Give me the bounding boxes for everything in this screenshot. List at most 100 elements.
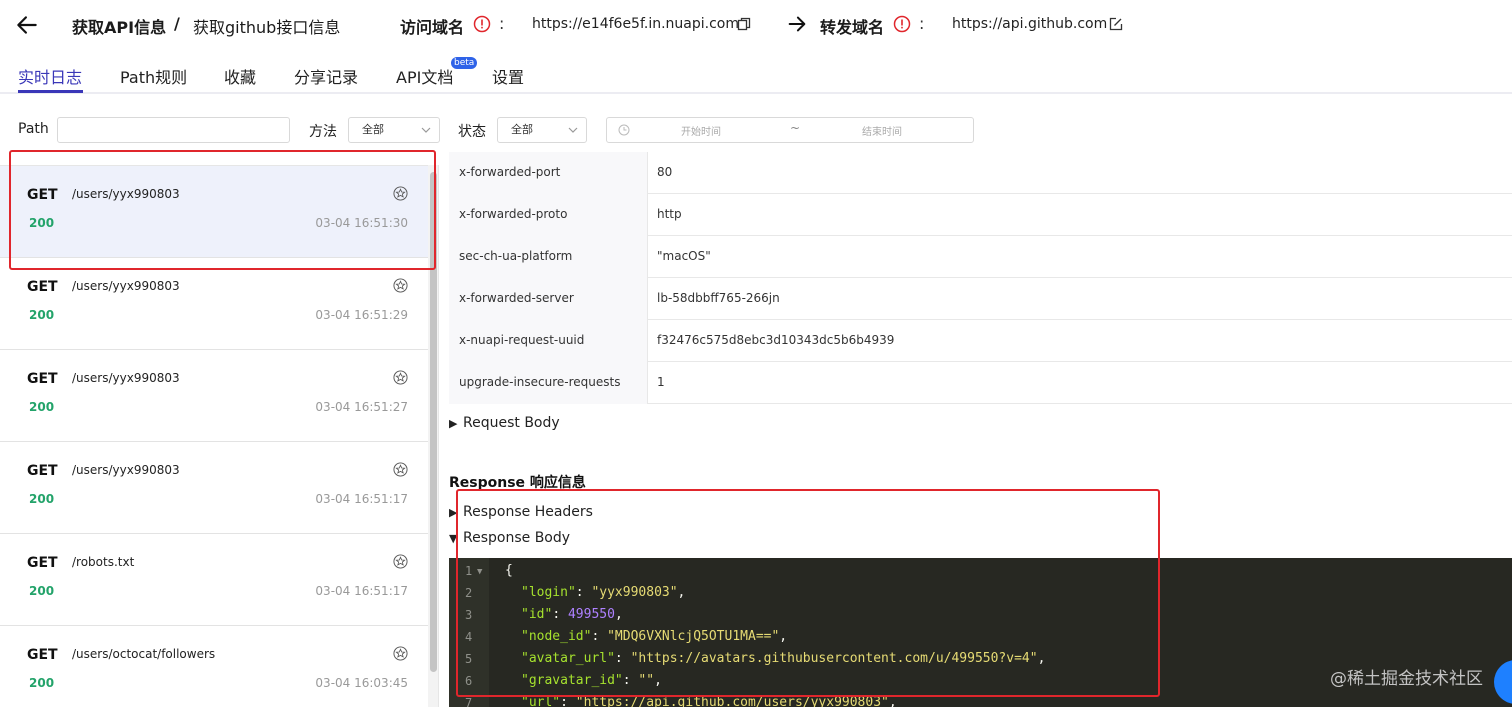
panel-divider xyxy=(438,165,439,707)
json-value: "MDQ6VXNlcjQ5OTU1MA==" xyxy=(607,629,780,644)
request-list-item[interactable]: GET /robots.txt 200 03-04 16:51:17 xyxy=(0,534,428,626)
json-key: "login" xyxy=(521,585,576,600)
code-line: "id": 499550, xyxy=(521,607,623,622)
back-arrow-icon[interactable] xyxy=(14,12,40,38)
method-filter-label: 方法 xyxy=(309,124,337,140)
json-comma: , xyxy=(779,629,788,644)
breadcrumb-separator: / xyxy=(174,14,180,33)
request-list-item[interactable]: GET /users/yyx990803 200 03-04 16:51:30 xyxy=(0,166,428,258)
header-key-cell: x-nuapi-request-uuid xyxy=(449,320,648,362)
info-icon[interactable] xyxy=(473,15,491,33)
request-path: /users/octocat/followers xyxy=(72,647,216,661)
line-number: 6 xyxy=(465,674,473,688)
json-sep: : xyxy=(552,607,568,622)
json-sep: : xyxy=(575,585,592,600)
request-status: 200 xyxy=(29,492,55,506)
favorite-star-icon[interactable] xyxy=(393,462,408,477)
header-key-cell: x-forwarded-server xyxy=(449,278,648,320)
request-path: /users/yyx990803 xyxy=(72,187,180,201)
list-scrollbar-thumb[interactable] xyxy=(430,172,437,672)
favorite-star-icon[interactable] xyxy=(393,278,408,293)
beta-badge: beta xyxy=(451,57,478,69)
request-time: 03-04 16:03:45 xyxy=(315,676,408,690)
json-sep: : xyxy=(622,673,639,688)
end-time-placeholder[interactable]: 结束时间 xyxy=(862,123,902,138)
fold-arrow-icon[interactable]: ▼ xyxy=(477,567,482,577)
json-comma: , xyxy=(654,673,662,688)
request-list-item[interactable]: GET /users/yyx990803 200 03-04 16:51:17 xyxy=(0,442,428,534)
start-time-placeholder[interactable]: 开始时间 xyxy=(681,123,721,138)
tab-share-records[interactable]: 分享记录 xyxy=(294,64,358,88)
status-filter-select[interactable]: 全部 xyxy=(497,117,587,143)
request-method: GET xyxy=(27,371,58,387)
visit-domain-label: 访问域名 xyxy=(400,18,465,37)
tab-api-docs[interactable]: API文档 xyxy=(396,64,453,88)
request-list-item[interactable]: GET /users/yyx990803 200 03-04 16:51:29 xyxy=(0,258,428,350)
request-path: /users/yyx990803 xyxy=(72,463,180,477)
json-key: "avatar_url" xyxy=(521,651,615,666)
request-time: 03-04 16:51:30 xyxy=(315,216,408,230)
edit-icon[interactable] xyxy=(1109,17,1123,31)
header-row: x-forwarded-server lb-58dbbff765-266jn xyxy=(449,278,1512,320)
line-number: 7 xyxy=(465,696,473,707)
info-icon[interactable] xyxy=(893,15,911,33)
request-list-item[interactable]: GET /users/octocat/followers 200 03-04 1… xyxy=(0,626,428,707)
forward-arrow-icon xyxy=(788,16,806,32)
request-list-item[interactable]: GET /users/yyx990803 200 03-04 16:51:27 xyxy=(0,350,428,442)
tab-favorites[interactable]: 收藏 xyxy=(224,64,256,88)
json-comma: , xyxy=(677,585,686,600)
caret-right-icon: ▶ xyxy=(449,506,458,519)
response-body-toggle[interactable]: ▼ Response Body xyxy=(449,530,570,546)
line-number: 1 xyxy=(465,564,473,578)
header-row: upgrade-insecure-requests 1 xyxy=(449,362,1512,404)
date-range-picker[interactable]: 开始时间 ~ 结束时间 xyxy=(606,117,974,143)
code-line: "node_id": "MDQ6VXNlcjQ5OTU1MA==", xyxy=(521,629,787,644)
header-key-cell: upgrade-insecure-requests xyxy=(449,362,648,404)
header-value: f32476c575d8ebc3d10343dc5b6b4939 xyxy=(657,333,895,347)
header-value: 80 xyxy=(657,165,673,179)
favorite-star-icon[interactable] xyxy=(393,186,408,201)
json-sep: : xyxy=(560,695,576,707)
json-value: 499550 xyxy=(567,607,615,622)
header-key: x-nuapi-request-uuid xyxy=(459,333,585,347)
tab-settings[interactable]: 设置 xyxy=(492,64,524,88)
status-filter-label: 状态 xyxy=(458,124,486,140)
request-list: GET /users/yyx990803 200 03-04 16:51:30 … xyxy=(0,165,428,707)
method-filter-select[interactable]: 全部 xyxy=(348,117,440,143)
tab-path-rules[interactable]: Path规则 xyxy=(120,64,187,88)
request-method: GET xyxy=(27,279,58,295)
line-number-gutter: 1 ▼ 2 3 4 5 6 7 xyxy=(449,558,489,707)
json-value: "https://avatars.githubusercontent.com/u… xyxy=(630,651,1038,666)
request-method: GET xyxy=(27,555,58,571)
api-subtitle: 获取github接口信息 xyxy=(193,18,341,37)
favorite-star-icon[interactable] xyxy=(393,370,408,385)
json-value: "" xyxy=(638,673,655,688)
tab-realtime-log[interactable]: 实时日志 xyxy=(18,64,82,88)
request-status: 200 xyxy=(29,400,55,414)
request-path: /users/yyx990803 xyxy=(72,279,180,293)
line-number: 5 xyxy=(465,652,473,666)
favorite-star-icon[interactable] xyxy=(393,646,408,661)
header-value: lb-58dbbff765-266jn xyxy=(657,291,780,305)
copy-icon[interactable] xyxy=(737,17,751,31)
tab-bar: 实时日志 Path规则 收藏 分享记录 API文档 设置 xyxy=(0,52,1512,94)
forward-domain-label: 转发域名 xyxy=(820,18,885,37)
caret-right-icon: ▶ xyxy=(449,417,458,430)
header-row: x-forwarded-proto http xyxy=(449,194,1512,236)
request-time: 03-04 16:51:27 xyxy=(315,400,408,414)
line-number: 2 xyxy=(465,586,473,600)
code-line: "avatar_url": "https://avatars.githubuse… xyxy=(521,651,1045,666)
json-comma: , xyxy=(1037,651,1046,666)
json-key: "gravatar_id" xyxy=(521,673,623,688)
request-time: 03-04 16:51:17 xyxy=(315,492,408,506)
path-filter-input[interactable] xyxy=(57,117,290,143)
request-time: 03-04 16:51:29 xyxy=(315,308,408,322)
response-headers-toggle[interactable]: ▶ Response Headers xyxy=(449,504,593,520)
json-sep: : xyxy=(591,629,608,644)
json-value: "yyx990803" xyxy=(591,585,678,600)
request-body-toggle[interactable]: ▶ Request Body xyxy=(449,415,560,431)
request-method: GET xyxy=(27,187,58,203)
favorite-star-icon[interactable] xyxy=(393,554,408,569)
clock-icon xyxy=(618,124,630,136)
response-headers-label: Response Headers xyxy=(463,504,593,520)
